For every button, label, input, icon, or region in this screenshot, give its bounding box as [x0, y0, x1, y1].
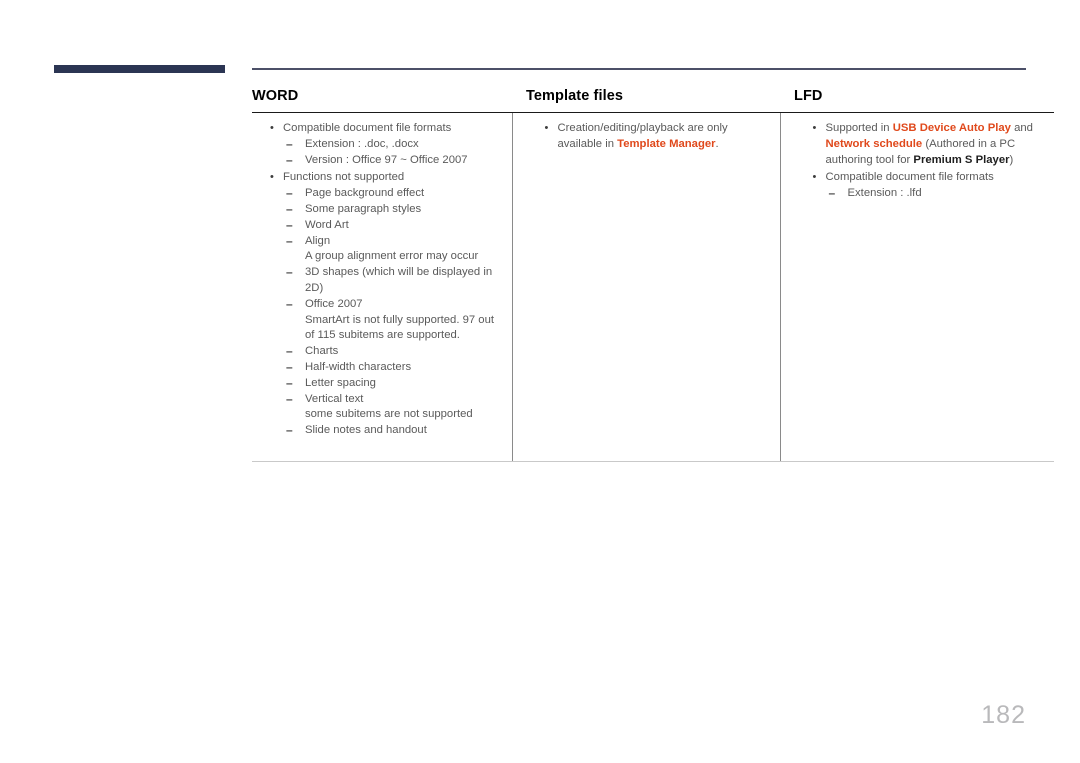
sub-list-item: – Extension : .lfd: [826, 186, 1045, 202]
bullet-icon: •: [544, 122, 549, 134]
sub-list-item-label: Letter spacing: [305, 376, 376, 389]
list-item-label: Functions not supported: [283, 171, 405, 184]
sub-list-item-label: Slide notes and handout: [305, 424, 427, 437]
spec-table-container: WORD Template files LFD • Compatible docu…: [252, 88, 1054, 462]
dash-icon: –: [286, 359, 293, 374]
bullet-icon: •: [812, 122, 817, 134]
dash-icon: –: [286, 233, 293, 248]
sub-list: – Extension : .lfd: [826, 186, 1045, 202]
dash-icon: –: [286, 201, 293, 216]
sub-list-item: – Charts: [283, 344, 502, 360]
dash-icon: –: [286, 265, 293, 280]
sub-list-item: – Align: [283, 234, 502, 250]
sub-list-item-label: 3D shapes (which will be displayed in 2D…: [305, 266, 493, 294]
cell-lfd: • Supported in USB Device Auto Play and N…: [779, 112, 1054, 462]
sub-list-item: – Office 2007: [283, 297, 502, 313]
dash-icon: –: [286, 391, 293, 406]
cell-word: • Compatible document file formats – Extens…: [252, 112, 512, 462]
decorative-navy-bar: [54, 65, 225, 73]
list-item-label: Compatible document file formats: [283, 122, 452, 134]
sub-list-item-label: Extension : .doc, .docx: [305, 137, 419, 150]
sub-list-item: – Version : Office 97 ~ Office 2007: [283, 153, 502, 169]
dash-icon: –: [286, 344, 293, 359]
text-run: Supported in: [825, 122, 893, 134]
sub-list-item-label: Vertical text: [305, 392, 364, 405]
list-item: • Compatible document file formats – Extens…: [795, 170, 1045, 202]
list-template-files: • Creation/editing/playback are only avai…: [527, 121, 770, 153]
bullet-icon: •: [270, 171, 274, 184]
list-item-label: Creation/editing/playback are only avail…: [558, 121, 770, 153]
sub-list: – Extension : .doc, .docx – Version : Offic…: [283, 137, 502, 169]
highlighted-term: Template Manager: [617, 137, 716, 150]
highlighted-term: USB Device Auto Play: [892, 122, 1011, 134]
page-number: 182: [981, 701, 1026, 729]
sub-list-item: – Word Art: [283, 218, 502, 234]
sub-list-item-label: Some paragraph styles: [305, 202, 422, 215]
list-item: • Compatible document file formats – Extens…: [252, 121, 502, 168]
bold-term: Premium S Player: [913, 153, 1010, 166]
dash-icon: –: [286, 136, 293, 151]
sub-list-item-label: Extension : .lfd: [847, 187, 922, 200]
sub-list-item: – Page background effect: [283, 186, 502, 202]
spec-table-body: • Compatible document file formats – Extens…: [252, 112, 1054, 462]
dash-icon: –: [286, 375, 293, 390]
sub-list-item: – Extension : .doc, .docx: [283, 137, 502, 153]
list-item: • Supported in USB Device Auto Play and N…: [795, 121, 1045, 168]
list-item-label: Supported in USB Device Auto Play and Ne…: [826, 121, 1045, 168]
sub-list-item-label: Office 2007: [305, 297, 363, 310]
column-header-template-files: Template files: [512, 88, 780, 113]
dash-icon: –: [286, 423, 293, 438]
text-run: and: [1010, 122, 1033, 134]
list-item-label: Compatible document file formats: [825, 171, 994, 184]
sub-list-item-label: Half-width characters: [305, 360, 412, 373]
header-rule: [252, 68, 1026, 70]
sub-list: – Page background effect – Some paragraph s…: [283, 186, 502, 439]
text-run: .: [715, 137, 719, 150]
dash-icon: –: [828, 186, 836, 201]
column-header-lfd: LFD: [780, 88, 1054, 113]
dash-icon: –: [286, 217, 293, 232]
sub-list-item: – Half-width characters: [283, 360, 502, 376]
dash-icon: –: [286, 296, 293, 311]
sub-list-item-note: A group alignment error may occur: [305, 250, 479, 263]
list-word: • Compatible document file formats – Extens…: [252, 121, 502, 439]
text-run: ): [1009, 153, 1014, 166]
sub-list-item-label: Page background effect: [305, 187, 425, 200]
sub-list-item-note: SmartArt is not fully supported. 97 out …: [305, 313, 495, 342]
sub-list-item: – Vertical text: [283, 392, 502, 408]
document-page: { "page": { "number": "182", "accent_nav…: [0, 0, 1080, 763]
sub-list-item-label: Version : Office 97 ~ Office 2007: [305, 153, 468, 166]
dash-icon: –: [286, 186, 293, 201]
highlighted-term: Network schedule: [825, 137, 923, 150]
cell-template-files: • Creation/editing/playback are only avai…: [511, 112, 780, 462]
spec-table-header: WORD Template files LFD: [252, 88, 1054, 113]
list-item: • Functions not supported – Page background…: [252, 170, 502, 439]
sub-list-item: – Some paragraph styles: [283, 202, 502, 218]
list-lfd: • Supported in USB Device Auto Play and N…: [795, 121, 1045, 202]
table-row: • Compatible document file formats – Extens…: [252, 112, 1054, 462]
sub-list-item-note: some subitems are not supported: [305, 408, 473, 421]
sub-list-item: – Slide notes and handout: [283, 423, 502, 439]
sub-list-item: –3D shapes (which will be displayed in 2…: [283, 265, 502, 297]
column-header-word: WORD: [252, 88, 512, 113]
table-header-row: WORD Template files LFD: [252, 88, 1054, 113]
spec-table: WORD Template files LFD • Compatible docu…: [252, 88, 1054, 462]
dash-icon: –: [286, 152, 293, 167]
sub-list-item-label: Align: [305, 234, 331, 247]
list-item: • Creation/editing/playback are only avai…: [527, 121, 770, 153]
bullet-icon: •: [270, 122, 274, 134]
sub-list-item-label: Word Art: [305, 218, 349, 231]
sub-list-item: – Letter spacing: [283, 376, 502, 392]
bullet-icon: •: [812, 171, 817, 184]
sub-list-item-label: Charts: [305, 345, 339, 358]
